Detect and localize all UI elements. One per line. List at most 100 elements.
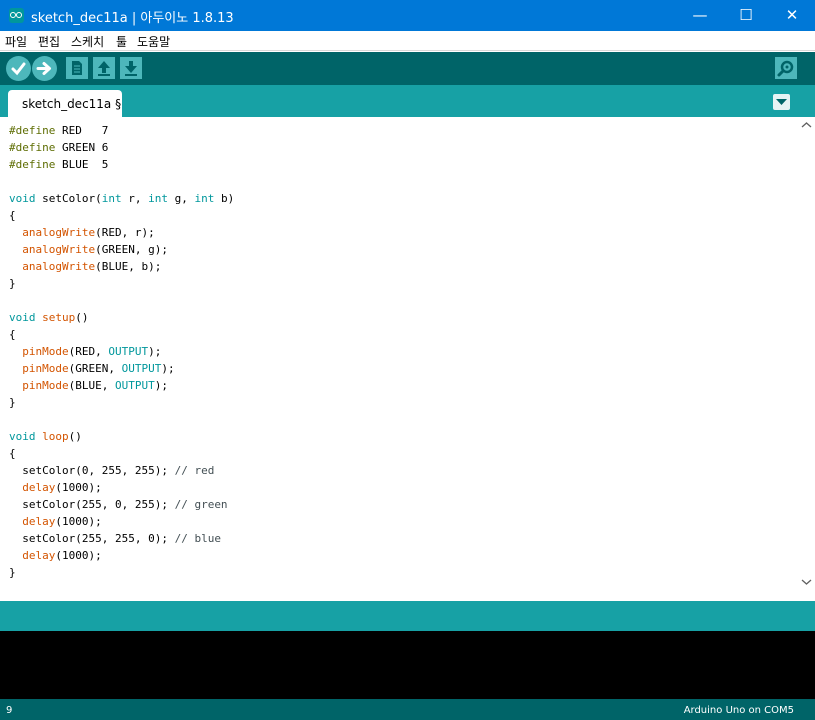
- close-button[interactable]: ✕: [769, 0, 815, 31]
- code-token: GREEN 6: [55, 141, 109, 154]
- menu-file[interactable]: 파일: [5, 33, 27, 50]
- checkmark-icon: [11, 62, 26, 76]
- save-button[interactable]: [120, 57, 142, 79]
- code-token: (): [75, 311, 89, 324]
- code-token: loop: [42, 430, 69, 443]
- code-token: }: [9, 277, 16, 290]
- code-token: (RED, r);: [95, 226, 155, 239]
- code-token: setup: [42, 311, 76, 324]
- code-line: analogWrite(RED, r);: [9, 224, 234, 241]
- code-token: (BLUE,: [68, 379, 115, 392]
- menu-sketch[interactable]: 스케치: [71, 33, 104, 50]
- code-token: (GREEN, g);: [95, 243, 168, 256]
- code-token: #define: [9, 158, 56, 171]
- arrow-up-icon: [98, 61, 110, 76]
- menu-help[interactable]: 도움말: [137, 33, 170, 50]
- menu-bar: 파일 편집 스케치 툴 도움말: [0, 31, 815, 51]
- code-editor[interactable]: #define RED 7 #define GREEN 6 #define BLUE…: [0, 117, 815, 596]
- code-token: );: [148, 345, 162, 358]
- code-token: delay: [22, 549, 56, 562]
- code-token: (BLUE, b);: [95, 260, 162, 273]
- code-token: pinMode: [22, 362, 69, 375]
- menu-edit[interactable]: 편집: [38, 33, 60, 50]
- tab-label: sketch_dec11a §: [22, 97, 122, 111]
- title-bar: sketch_dec11a | 아두이노 1.8.13 — ☐ ✕: [0, 0, 815, 31]
- code-token: #define: [9, 141, 56, 154]
- code-token: int: [101, 192, 122, 205]
- arduino-logo-icon: [9, 8, 24, 23]
- code-token: int: [194, 192, 215, 205]
- code-token: setColor(255, 255, 0);: [9, 532, 175, 545]
- code-token: delay: [22, 481, 56, 494]
- open-button[interactable]: [93, 57, 115, 79]
- line-number: 9: [6, 705, 13, 716]
- vertical-scrollbar[interactable]: [798, 117, 815, 596]
- maximize-button[interactable]: ☐: [723, 0, 769, 31]
- code-line: #define GREEN 6: [9, 139, 234, 156]
- code-token: // green: [174, 498, 228, 511]
- code-token: pinMode: [22, 345, 69, 358]
- code-line: {: [9, 326, 234, 343]
- code-line: delay(1000);: [9, 479, 234, 496]
- chevron-down-icon[interactable]: [798, 576, 815, 588]
- upload-button[interactable]: [32, 56, 57, 81]
- code-line: delay(1000);: [9, 513, 234, 530]
- code-line: delay(1000);: [9, 547, 234, 564]
- code-token: void: [9, 311, 36, 324]
- code-token: OUTPUT: [121, 362, 162, 375]
- code-token: );: [154, 379, 168, 392]
- board-port-label: Arduino Uno on COM5: [683, 705, 794, 716]
- minimize-button[interactable]: —: [677, 0, 723, 31]
- code-token: int: [148, 192, 168, 205]
- code-line: pinMode(BLUE, OUTPUT);: [9, 377, 234, 394]
- code-line: }: [9, 275, 234, 292]
- code-token: }: [9, 396, 16, 409]
- code-token: OUTPUT: [114, 379, 155, 392]
- arrow-right-icon: [36, 62, 51, 75]
- code-line: analogWrite(GREEN, g);: [9, 241, 234, 258]
- new-sketch-button[interactable]: [66, 57, 88, 79]
- code-token: OUTPUT: [108, 345, 149, 358]
- tab-bar: sketch_dec11a §: [0, 85, 815, 117]
- code-token: analogWrite: [22, 260, 96, 273]
- verify-button[interactable]: [6, 56, 31, 81]
- code-token: (GREEN,: [68, 362, 122, 375]
- code-token: {: [9, 209, 16, 222]
- code-line: }: [9, 394, 234, 411]
- code-token: void: [9, 192, 36, 205]
- code-token: analogWrite: [22, 226, 96, 239]
- code-token: delay: [22, 515, 56, 528]
- code-token: {: [9, 328, 16, 341]
- tab-menu-button[interactable]: [773, 94, 790, 110]
- chevron-up-icon[interactable]: [798, 119, 815, 131]
- code-line: pinMode(RED, OUTPUT);: [9, 343, 234, 360]
- window-title: sketch_dec11a | 아두이노 1.8.13: [31, 11, 234, 26]
- message-bar: [0, 601, 815, 631]
- new-file-icon: [72, 61, 82, 75]
- serial-monitor-button[interactable]: [775, 57, 797, 79]
- code-token: // blue: [174, 532, 221, 545]
- code-token: // red: [174, 464, 215, 477]
- code-line: setColor(0, 255, 255); // red: [9, 462, 234, 479]
- code-token: b): [214, 192, 235, 205]
- code-token: BLUE 5: [55, 158, 109, 171]
- console-output[interactable]: [0, 631, 815, 699]
- code-token: (1000);: [55, 549, 102, 562]
- code-token: g,: [167, 192, 195, 205]
- tab-sketch[interactable]: sketch_dec11a §: [8, 90, 122, 117]
- triangle-down-icon: [776, 99, 787, 105]
- menu-tools[interactable]: 툴: [116, 33, 127, 50]
- status-bar: 9 Arduino Uno on COM5: [0, 699, 815, 720]
- code-line: void setColor(int r, int g, int b): [9, 190, 234, 207]
- code-line: setColor(255, 255, 0); // blue: [9, 530, 234, 547]
- code-token: (): [68, 430, 82, 443]
- code-line: #define RED 7: [9, 122, 234, 139]
- magnifier-icon: [777, 60, 794, 77]
